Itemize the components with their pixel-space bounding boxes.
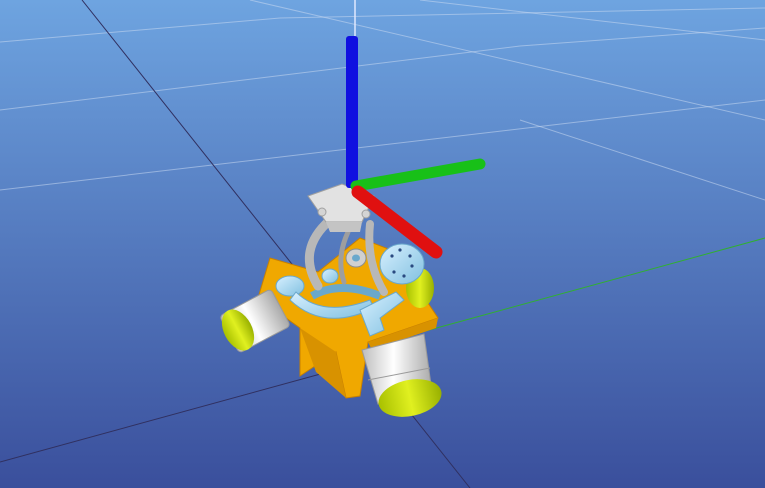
3d-viewport[interactable] (0, 0, 765, 488)
scene-canvas[interactable] (0, 0, 765, 488)
viewport-background (0, 0, 765, 488)
center-ring (345, 248, 367, 268)
z-axis-icon (346, 36, 358, 188)
